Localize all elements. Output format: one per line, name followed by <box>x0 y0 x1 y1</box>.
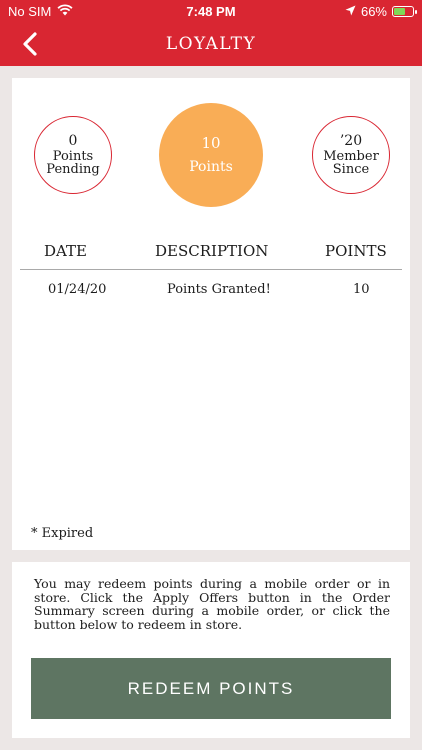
member-since-value: ’20 <box>339 132 363 149</box>
battery-icon <box>392 5 417 17</box>
member-since-circle: ’20 Member Since <box>312 116 390 194</box>
points-total-label: Points <box>189 159 233 175</box>
points-pending-label-1: Points <box>52 148 94 164</box>
table-row: 01/24/20 Points Granted! 10 <box>20 276 402 300</box>
status-bar: No SIM 7:48 PM 66% <box>0 0 422 22</box>
points-total-value: 10 <box>201 134 221 152</box>
points-total-circle: 10 Points <box>159 103 263 207</box>
member-since-label-1: Member <box>323 148 379 164</box>
header-points: POINTS <box>325 242 387 260</box>
redeem-points-button[interactable]: REDEEM POINTS <box>31 658 391 719</box>
location-arrow-icon <box>345 4 356 19</box>
wifi-icon <box>57 3 73 19</box>
nav-bar: LOYALTY <box>0 22 422 66</box>
row-description: Points Granted! <box>167 282 271 297</box>
header-description: DESCRIPTION <box>155 242 269 260</box>
table-header: DATE DESCRIPTION POINTS <box>20 236 402 270</box>
loyalty-card: 0 Points Pending 10 Points ’20 Member Si… <box>12 78 410 550</box>
points-pending-value: 0 <box>68 132 78 149</box>
chevron-left-icon <box>23 32 37 56</box>
battery-percent: 66% <box>360 3 387 19</box>
carrier-label: No SIM <box>8 3 52 19</box>
battery-level <box>394 7 406 15</box>
row-date: 01/24/20 <box>48 282 107 297</box>
redeem-info-card: You may redeem points during a mobile or… <box>12 562 410 738</box>
points-pending-circle: 0 Points Pending <box>34 116 112 194</box>
back-button[interactable] <box>14 28 46 60</box>
member-since-label-2: Since <box>332 161 370 177</box>
header-date: DATE <box>44 242 87 260</box>
row-points: 10 <box>353 282 370 297</box>
redeem-instructions: You may redeem points during a mobile or… <box>34 576 390 632</box>
header-bar: No SIM 7:48 PM 66% LOYALTY <box>0 0 422 66</box>
page-title: LOYALTY <box>165 34 257 54</box>
status-right: 66% <box>345 3 417 19</box>
expired-note: * Expired <box>31 526 94 541</box>
points-summary: 0 Points Pending 10 Points ’20 Member Si… <box>12 78 410 238</box>
points-pending-label-2: Pending <box>46 161 100 177</box>
status-left: No SIM <box>8 4 73 19</box>
